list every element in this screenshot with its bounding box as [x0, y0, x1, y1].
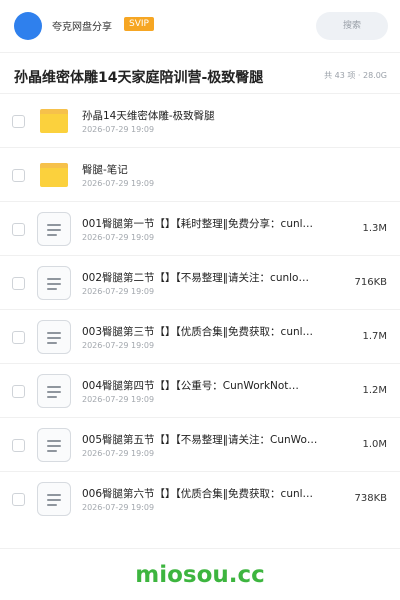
checkbox[interactable]	[12, 493, 25, 506]
item-date: 2026-07-29 19:09	[82, 449, 155, 458]
list-item[interactable]: 孙晶14天维密体雕-极致臀腿 2026-07-29 19:09	[0, 93, 400, 147]
list-item[interactable]: 003臀腿第三节【】【优质合集‖免费获取：cunl… 2026-07-29 19…	[0, 309, 400, 363]
list-item[interactable]: 002臀腿第二节【】【不易整理‖请关注：cunlo… 2026-07-29 19…	[0, 255, 400, 309]
site-watermark: miosou.cc	[135, 562, 265, 588]
item-size: 1.2M	[362, 385, 387, 396]
item-name: 臀腿-笔记	[82, 164, 128, 176]
item-date: 2026-07-29 19:09	[82, 341, 155, 350]
list-item[interactable]: 005臀腿第五节【】【不易整理‖请关注：CunWo… 2026-07-29 19…	[0, 417, 400, 471]
document-icon	[37, 482, 71, 516]
list-item[interactable]: 006臀腿第六节【】【优质合集‖免费获取：cunl… 2026-07-29 19…	[0, 471, 400, 525]
item-name: 001臀腿第一节【】【耗时整理‖免费分享：cunl…	[82, 218, 314, 230]
document-icon	[37, 428, 71, 462]
checkbox[interactable]	[12, 385, 25, 398]
item-size: 716KB	[354, 277, 387, 288]
list-item[interactable]: 001臀腿第一节【】【耗时整理‖免费分享：cunl… 2026-07-29 19…	[0, 201, 400, 255]
item-name: 004臀腿第四节【】【公重号：CunWorkNot…	[82, 380, 299, 392]
sharer-name: 夸克网盘分享	[52, 22, 112, 33]
top-bar: 夸克网盘分享 SVIP 搜索	[0, 0, 400, 52]
item-date: 2026-07-29 19:09	[82, 179, 155, 188]
item-name: 003臀腿第三节【】【优质合集‖免费获取：cunl…	[82, 326, 314, 338]
item-name: 002臀腿第二节【】【不易整理‖请关注：cunlo…	[82, 272, 309, 284]
item-name: 孙晶14天维密体雕-极致臀腿	[82, 110, 215, 122]
list-bottom-divider	[0, 548, 400, 549]
avatar[interactable]	[14, 12, 42, 40]
item-date: 2026-07-29 19:09	[82, 125, 155, 134]
item-size: 738KB	[354, 493, 387, 504]
checkbox[interactable]	[12, 439, 25, 452]
svip-badge: SVIP	[124, 17, 154, 31]
item-date: 2026-07-29 19:09	[82, 503, 155, 512]
document-icon	[37, 266, 71, 300]
list-item[interactable]: 004臀腿第四节【】【公重号：CunWorkNot… 2026-07-29 19…	[0, 363, 400, 417]
item-name: 006臀腿第六节【】【优质合集‖免费获取：cunl…	[82, 488, 314, 500]
folder-icon	[40, 109, 68, 133]
item-date: 2026-07-29 19:09	[82, 395, 155, 404]
item-date: 2026-07-29 19:09	[82, 233, 155, 242]
header-divider	[0, 52, 400, 53]
checkbox[interactable]	[12, 223, 25, 236]
folder-icon	[40, 163, 68, 187]
item-size: 1.7M	[362, 331, 387, 342]
document-icon	[37, 374, 71, 408]
file-list: 孙晶14天维密体雕-极致臀腿 2026-07-29 19:09 臀腿-笔记 20…	[0, 93, 400, 525]
checkbox[interactable]	[12, 331, 25, 344]
checkbox[interactable]	[12, 169, 25, 182]
checkbox[interactable]	[12, 115, 25, 128]
item-size: 1.3M	[362, 223, 387, 234]
item-count-summary: 共 43 项 · 28.0G	[324, 71, 387, 80]
page-title: 孙晶维密体雕14天家庭陪训营-极致臀腿	[14, 70, 264, 86]
document-icon	[37, 320, 71, 354]
document-icon	[37, 212, 71, 246]
item-date: 2026-07-29 19:09	[82, 287, 155, 296]
item-size: 1.0M	[362, 439, 387, 450]
item-name: 005臀腿第五节【】【不易整理‖请关注：CunWo…	[82, 434, 318, 446]
list-item[interactable]: 臀腿-笔记 2026-07-29 19:09	[0, 147, 400, 201]
search-button[interactable]: 搜索	[316, 12, 388, 40]
checkbox[interactable]	[12, 277, 25, 290]
